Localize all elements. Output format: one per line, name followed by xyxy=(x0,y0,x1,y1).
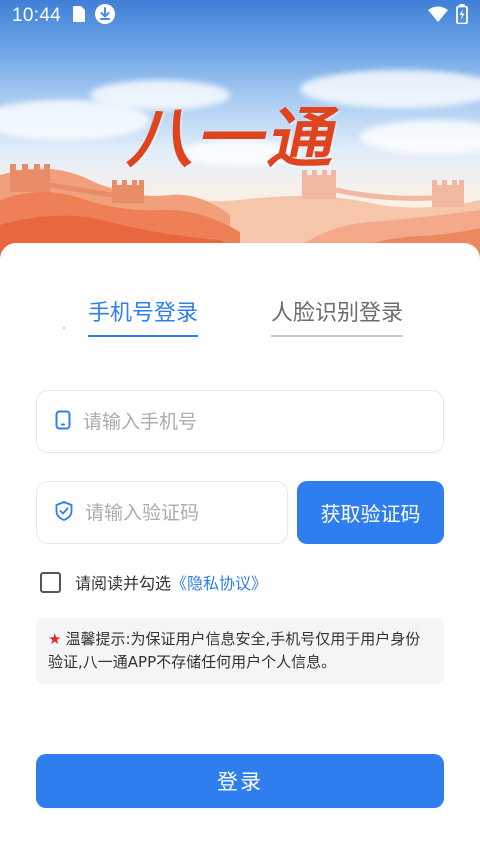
login-card: 手机号登录 人脸识别登录 获取验证码 请阅读并勾选 xyxy=(0,243,480,853)
phone-input[interactable] xyxy=(83,410,443,433)
sim-card-icon xyxy=(73,6,86,26)
login-button[interactable]: 登录 xyxy=(36,754,444,808)
app-logo-text: 八一通 xyxy=(122,99,350,177)
tab-phone-login-label: 手机号登录 xyxy=(88,301,199,326)
status-time: 10:44 xyxy=(12,5,62,26)
hero-banner: 八一通 xyxy=(0,0,480,262)
get-code-button[interactable]: 获取验证码 xyxy=(297,481,444,544)
download-icon xyxy=(95,4,116,28)
notice-text: 温馨提示:为保证用户信息安全,手机号仅用于用户身份验证,八一通APP不存储任何用… xyxy=(48,630,421,671)
login-tabs: 手机号登录 人脸识别登录 xyxy=(0,298,480,342)
status-bar: 10:44 xyxy=(0,0,480,32)
decorative-dot xyxy=(63,327,65,329)
privacy-policy-link[interactable]: 《隐私协议》 xyxy=(171,570,267,594)
privacy-checkbox[interactable] xyxy=(40,571,61,593)
star-icon: ★ xyxy=(48,630,62,648)
code-field[interactable] xyxy=(36,481,288,544)
privacy-notice: ★ 温馨提示:为保证用户信息安全,手机号仅用于用户身份验证,八一通APP不存储任何… xyxy=(36,618,444,684)
code-input[interactable] xyxy=(85,501,287,524)
active-tab-indicator xyxy=(88,335,198,337)
battery-charging-icon xyxy=(456,4,468,28)
tab-phone-login[interactable]: 手机号登录 xyxy=(88,298,199,337)
phone-icon xyxy=(55,410,71,434)
shield-check-icon xyxy=(55,500,73,525)
phone-field[interactable] xyxy=(36,390,444,453)
tab-face-login-label: 人脸识别登录 xyxy=(271,301,404,326)
tab-face-login[interactable]: 人脸识别登录 xyxy=(271,298,405,337)
agree-prefix-text: 请阅读并勾选 xyxy=(75,574,172,593)
app-logo: 八一通 xyxy=(112,88,362,178)
inactive-tab-underline xyxy=(271,335,403,337)
privacy-agreement: 请阅读并勾选 《隐私协议》 xyxy=(40,570,267,594)
wifi-icon xyxy=(428,6,448,26)
